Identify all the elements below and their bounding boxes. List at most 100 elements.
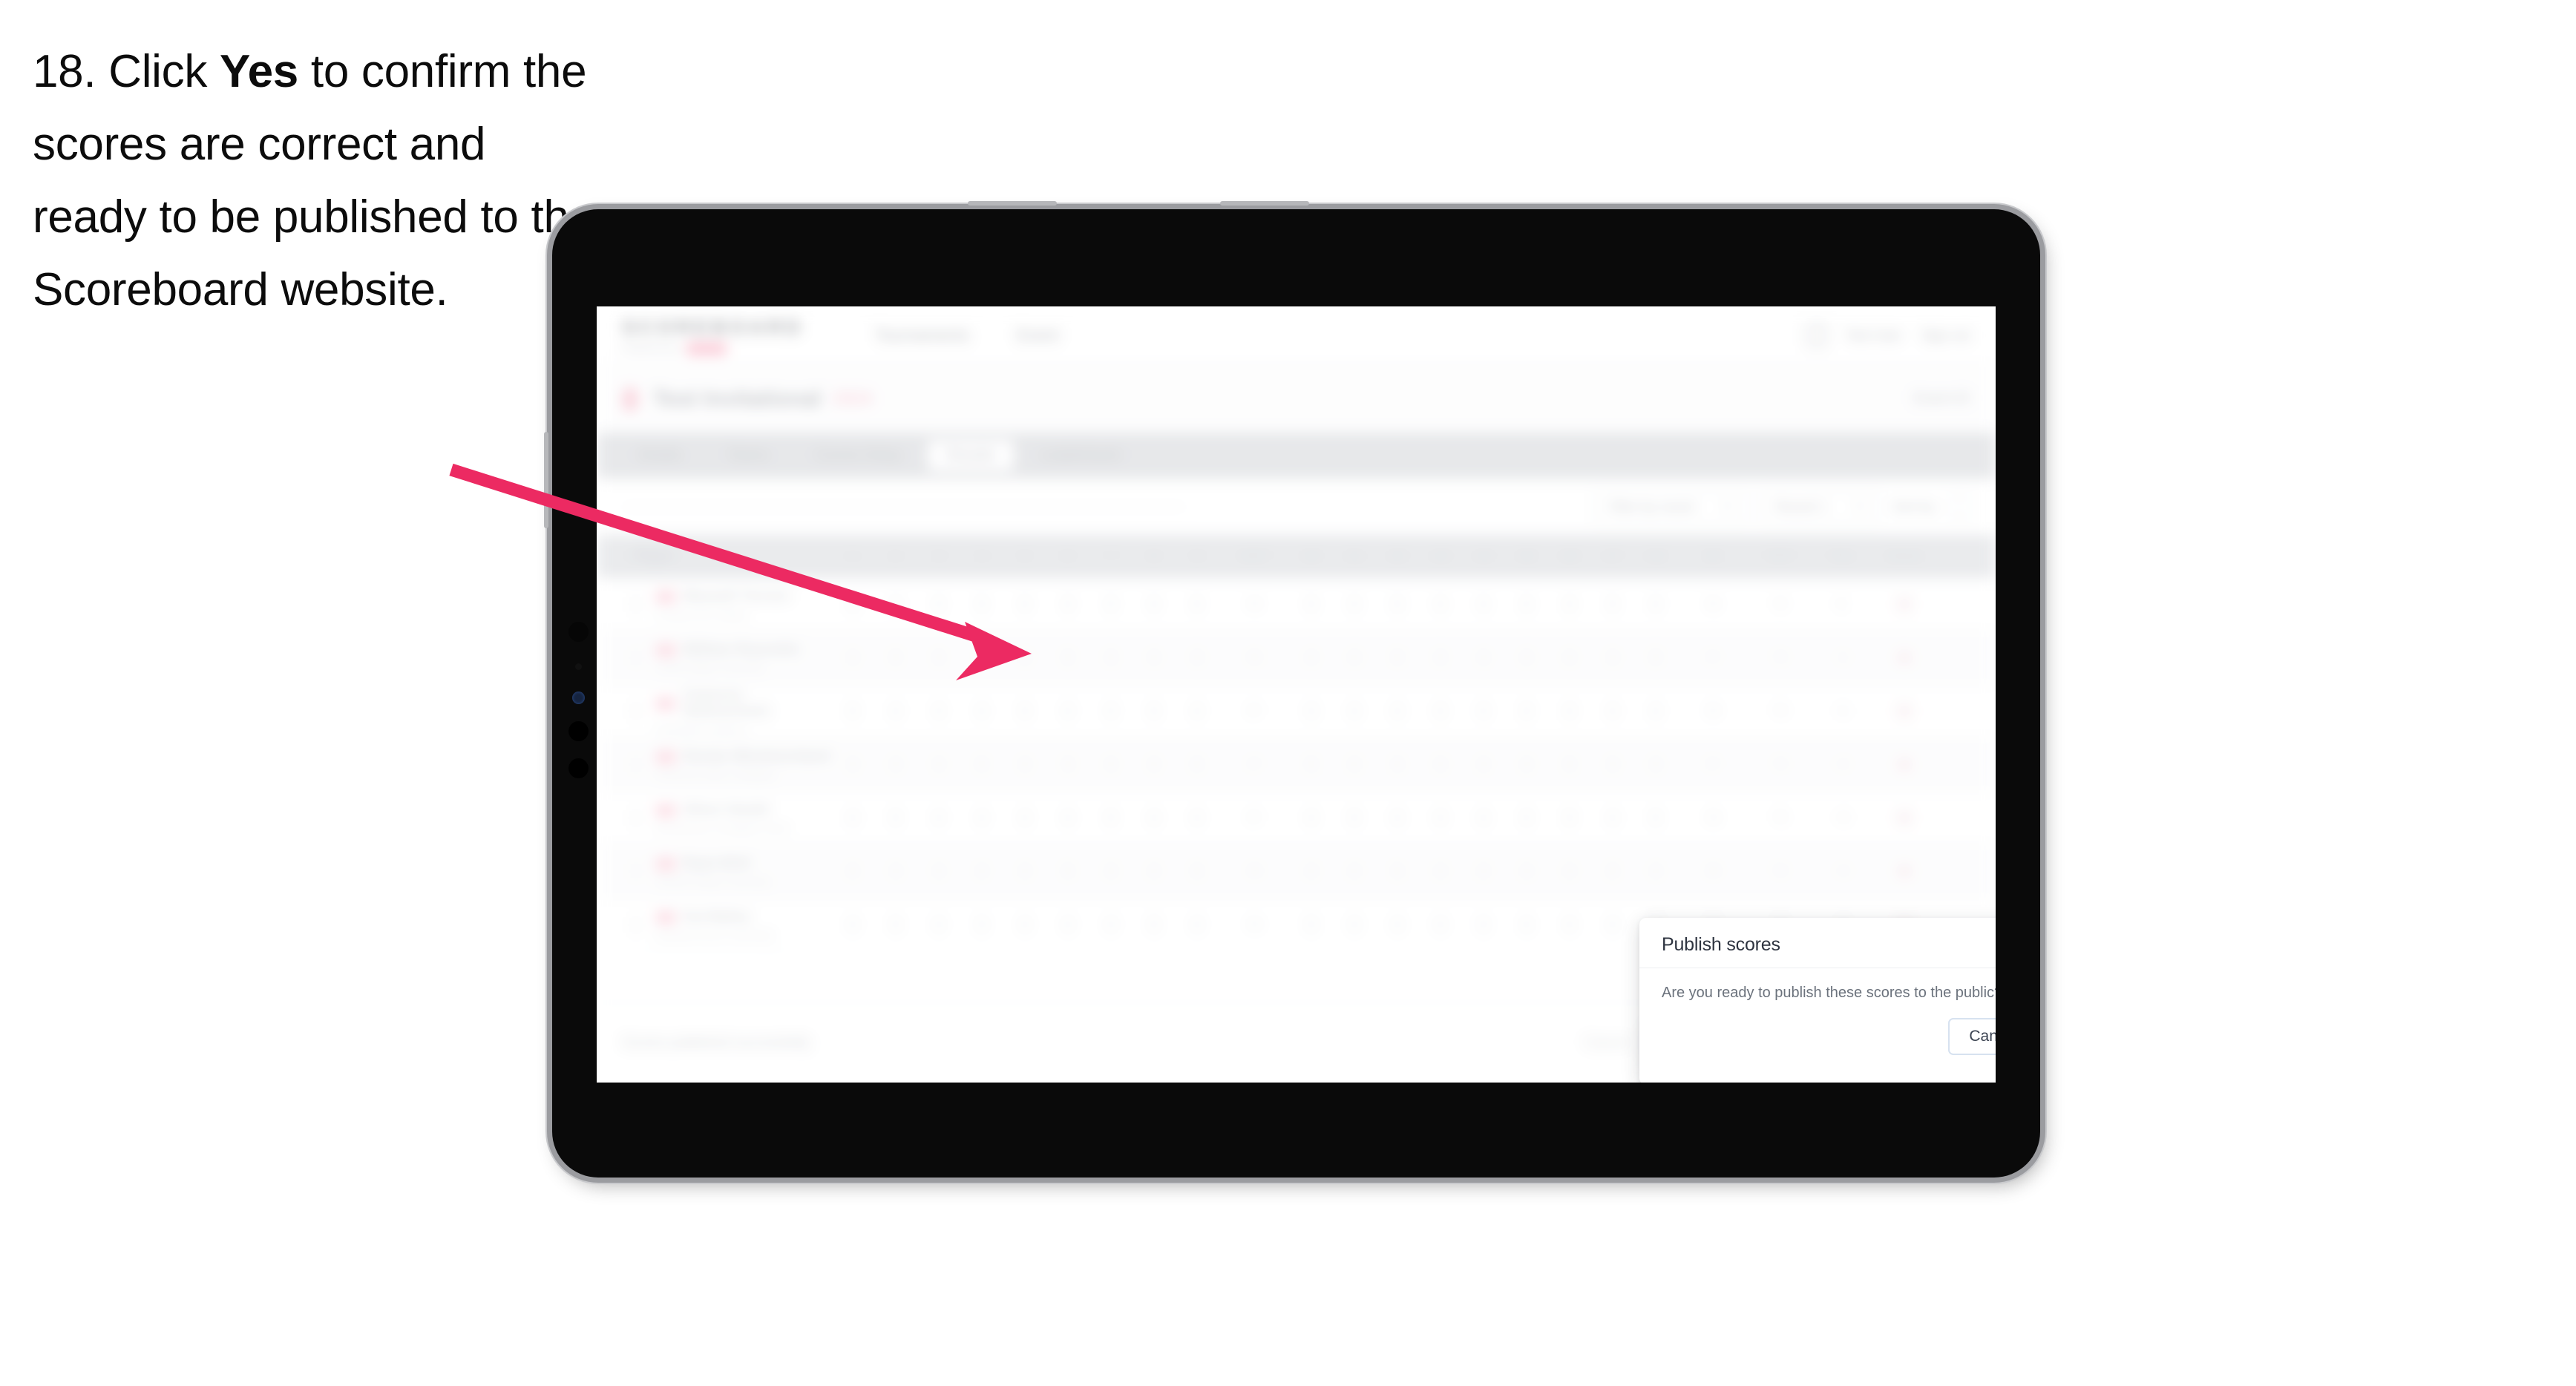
row-checkbox[interactable] <box>616 916 656 933</box>
score-input[interactable]: 4 <box>1521 649 1532 666</box>
score-input[interactable]: 4 <box>1607 809 1618 826</box>
score-input[interactable]: 3 <box>1521 596 1532 612</box>
score-input[interactable]: 3 <box>1063 756 1073 772</box>
row-hole-cell[interactable]: 4 <box>1505 649 1548 666</box>
score-input[interactable]: 5 <box>1192 756 1202 772</box>
row-hole-cell[interactable]: 4 <box>1133 596 1176 612</box>
row-hole-cell[interactable]: 4 <box>917 756 960 772</box>
row-hole-cell[interactable]: 4 <box>1133 649 1176 666</box>
score-input[interactable]: 5 <box>848 863 858 879</box>
row-hole-cell[interactable]: 5 <box>1333 809 1376 826</box>
score-input[interactable]: 4 <box>1149 863 1159 879</box>
score-input[interactable]: 4 <box>1435 916 1446 933</box>
row-hole-cell[interactable]: 4 <box>1419 916 1462 933</box>
row-hole-cell[interactable]: 5 <box>960 916 1003 933</box>
row-hole-cell[interactable]: 4 <box>1548 863 1591 879</box>
row-hole-cell[interactable]: 5 <box>1634 649 1677 666</box>
row-hole-cell[interactable]: 4 <box>960 703 1003 719</box>
score-input[interactable]: 4 <box>1478 863 1489 879</box>
cancel-button[interactable]: Cancel <box>1948 1018 1996 1055</box>
row-hole-cell[interactable]: 5 <box>1290 916 1333 933</box>
score-input[interactable]: 3 <box>934 596 944 612</box>
score-input[interactable]: 5 <box>1564 756 1575 772</box>
nav-signout[interactable]: Sign out <box>1921 328 1970 344</box>
score-input[interactable]: 4 <box>1306 649 1317 666</box>
row-hole-cell[interactable]: 4 <box>1462 809 1505 826</box>
row-subtotal-cell[interactable]: 37 <box>1219 705 1290 718</box>
row-hole-cell[interactable]: 4 <box>1133 756 1176 772</box>
row-hole-cell[interactable]: 4 <box>1333 916 1376 933</box>
filter-select-round-number[interactable]: Round 1 <box>1760 490 1879 524</box>
row-hole-cell[interactable]: 4 <box>1462 756 1505 772</box>
score-input[interactable]: 4 <box>1063 916 1073 933</box>
score-input[interactable]: 5 <box>1306 756 1317 772</box>
score-input[interactable]: 4 <box>1607 916 1618 933</box>
row-hole-cell[interactable]: 4 <box>874 863 917 879</box>
score-input[interactable]: 4 <box>1478 649 1489 666</box>
row-hole-cell[interactable]: 3 <box>1046 756 1089 772</box>
row-subtotal-cell[interactable]: 39 <box>1219 919 1290 932</box>
row-hole-cell[interactable]: 4 <box>1634 596 1677 612</box>
score-input[interactable]: 4 <box>891 863 901 879</box>
row-hole-cell[interactable]: 4 <box>1548 703 1591 719</box>
row-hole-cell[interactable]: 4 <box>1089 916 1133 933</box>
row-hole-cell[interactable]: 4 <box>1333 863 1376 879</box>
row-subtotal-cell[interactable]: 37 <box>1219 812 1290 825</box>
score-input[interactable]: 4 <box>1564 863 1575 879</box>
row-hole-cell[interactable]: 4 <box>831 916 874 933</box>
row-hole-cell[interactable]: 4 <box>960 809 1003 826</box>
table-row[interactable]: Oliver Hewitt Brookhaven Collegiate Team 4… <box>597 792 1996 845</box>
score-input[interactable]: 4 <box>1607 649 1618 666</box>
score-input[interactable]: 4 <box>1478 809 1489 826</box>
score-input[interactable]: 4 <box>1478 756 1489 772</box>
row-hole-cell[interactable]: 4 <box>1591 809 1634 826</box>
score-input[interactable]: 4 <box>934 809 944 826</box>
score-input[interactable]: 4 <box>1607 756 1618 772</box>
row-hole-cell[interactable]: 4 <box>1176 649 1219 666</box>
score-input[interactable]: 4 <box>1020 916 1030 933</box>
row-hole-cell[interactable]: 5 <box>1176 756 1219 772</box>
score-input[interactable]: 4 <box>977 649 987 666</box>
score-input[interactable]: 5 <box>1392 649 1403 666</box>
score-input[interactable]: 5 <box>1521 703 1532 719</box>
row-hole-cell[interactable]: 4 <box>1634 703 1677 719</box>
row-hole-cell[interactable]: 5 <box>1591 596 1634 612</box>
row-hole-cell[interactable]: 4 <box>1290 596 1333 612</box>
row-subtotal-cell[interactable]: 36 <box>1677 705 1749 718</box>
score-input[interactable]: 5 <box>1478 916 1489 933</box>
row-hole-cell[interactable]: 3 <box>1505 809 1548 826</box>
footer-cancel-button[interactable]: Cancel <box>1584 1035 1628 1051</box>
row-hole-cell[interactable]: 5 <box>960 756 1003 772</box>
row-hole-cell[interactable]: 4 <box>831 809 874 826</box>
row-hole-cell[interactable]: 3 <box>1419 649 1462 666</box>
score-input[interactable]: 4 <box>1192 809 1202 826</box>
row-hole-cell[interactable]: 4 <box>1003 596 1046 612</box>
table-row[interactable]: Cameron Harbourtown Northfield Academy 5 4 3… <box>597 685 1996 738</box>
score-input[interactable]: 4 <box>1651 703 1661 719</box>
score-input[interactable]: 5 <box>977 756 987 772</box>
score-input[interactable]: 4 <box>848 756 858 772</box>
row-subtotal-cell[interactable]: 36 <box>1219 598 1290 611</box>
score-input[interactable]: 3 <box>1106 596 1116 612</box>
score-input[interactable]: 5 <box>891 809 901 826</box>
row-hole-cell[interactable]: 4 <box>1176 809 1219 826</box>
row-hole-cell[interactable]: 4 <box>1089 756 1133 772</box>
row-hole-cell[interactable]: 5 <box>1046 863 1089 879</box>
row-hole-cell[interactable]: 5 <box>1634 809 1677 826</box>
score-input[interactable]: 4 <box>1521 863 1532 879</box>
row-hole-cell[interactable]: 3 <box>1462 703 1505 719</box>
row-hole-cell[interactable]: 4 <box>1419 863 1462 879</box>
score-input[interactable]: 4 <box>934 916 944 933</box>
row-hole-cell[interactable]: 4 <box>1176 703 1219 719</box>
score-input[interactable]: 4 <box>1063 596 1073 612</box>
row-hole-cell[interactable]: 5 <box>960 596 1003 612</box>
score-input[interactable]: 4 <box>1607 703 1618 719</box>
row-hole-cell[interactable]: 4 <box>1419 596 1462 612</box>
row-checkbox[interactable] <box>616 596 656 612</box>
row-hole-cell[interactable]: 5 <box>1133 916 1176 933</box>
score-input[interactable]: 4 <box>848 916 858 933</box>
score-input[interactable]: 4 <box>977 703 987 719</box>
score-input[interactable]: 4 <box>1564 649 1575 666</box>
row-subtotal-cell[interactable]: 38 <box>1219 865 1290 878</box>
score-input[interactable]: 5 <box>1392 596 1403 612</box>
